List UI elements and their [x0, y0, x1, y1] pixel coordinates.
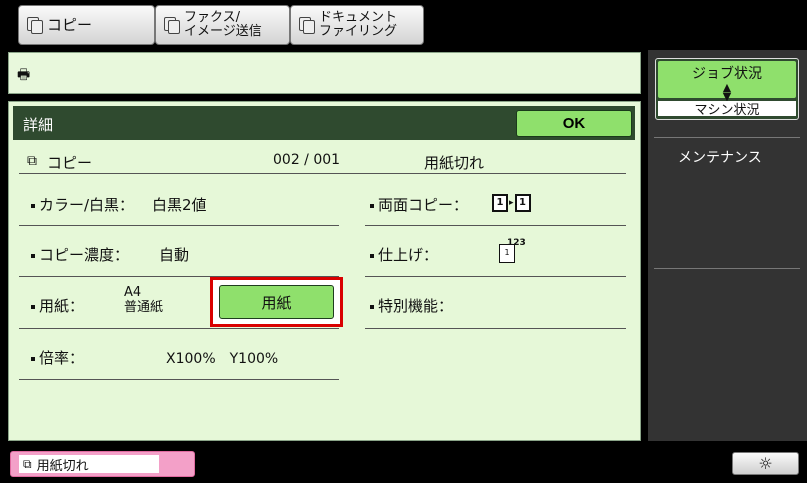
paper-button-highlight: 用紙	[210, 277, 343, 327]
fax-icon	[164, 17, 180, 34]
status-box: ⧉ 用紙切れ	[19, 455, 159, 474]
paper-type: 普通紙	[124, 300, 164, 315]
special-functions-label: 特別機能：	[370, 295, 453, 316]
paper-label: 用紙：	[31, 295, 84, 316]
job-status: 用紙切れ	[424, 154, 485, 172]
copy-job-icon: ⧉	[27, 153, 37, 169]
ratio-label: 倍率：	[31, 347, 84, 368]
finishing-icon: 1 123	[499, 238, 526, 263]
ratio-value: X100% Y100%	[166, 351, 279, 367]
maintenance-label[interactable]: メンテナンス	[678, 147, 762, 167]
divider	[365, 328, 626, 329]
divider	[19, 379, 339, 380]
finish-label: 仕上げ：	[370, 244, 438, 265]
status-indicator[interactable]: ⧉ 用紙切れ	[10, 451, 195, 477]
detail-titlebar: 詳細 OK	[13, 106, 635, 140]
job-type: コピー	[47, 154, 93, 172]
tab-copy[interactable]: コピー	[18, 5, 155, 45]
duplex-1to1-icon: 1 ▸ 1	[492, 194, 531, 212]
tab-document-filing[interactable]: ドキュメント ファイリング	[290, 5, 424, 45]
divider	[365, 225, 626, 226]
message-bar: 🖶	[8, 52, 641, 94]
printer-icon: 🖶	[17, 67, 31, 83]
copy-icon	[27, 17, 43, 34]
machine-status-label: マシン状況	[658, 101, 796, 118]
copy-status-icon: ⧉	[23, 456, 32, 471]
tab-filing-label: ドキュメント ファイリング	[319, 10, 398, 39]
color-label: カラー/白黒：	[31, 194, 134, 215]
detail-title: 詳細	[23, 116, 54, 134]
job-counter: 002 / 001	[273, 152, 341, 168]
header-divider	[19, 173, 626, 174]
detail-panel: 詳細 OK ⧉ コピー 002 / 001 用紙切れ カラー/白黒： 白黒2値 …	[8, 101, 641, 441]
divider	[19, 225, 339, 226]
paper-button[interactable]: 用紙	[219, 285, 334, 319]
density-value: 自動	[159, 246, 190, 264]
filing-icon	[299, 17, 315, 34]
job-status-button[interactable]: ジョブ状況 ▲ ▼ マシン状況	[655, 58, 799, 120]
job-status-toggle: ジョブ状況 ▲ ▼	[658, 61, 796, 102]
brightness-button[interactable]: ☼	[732, 452, 799, 475]
tab-fax-image-send[interactable]: ファクス/ イメージ送信	[155, 5, 290, 45]
right-panel: ジョブ状況 ▲ ▼ マシン状況 メンテナンス	[648, 50, 807, 441]
density-label: コピー濃度：	[31, 244, 129, 265]
status-text: 用紙切れ	[36, 458, 89, 474]
tab-copy-label: コピー	[47, 16, 93, 34]
divider	[654, 268, 800, 269]
sun-icon: ☼	[758, 454, 773, 473]
job-status-label: ジョブ状況	[692, 66, 762, 82]
divider	[654, 137, 800, 138]
divider	[365, 276, 626, 277]
paper-size: A4	[124, 285, 142, 300]
ok-button[interactable]: OK	[516, 110, 632, 137]
tab-fax-label: ファクス/ イメージ送信	[184, 10, 262, 39]
divider	[19, 328, 339, 329]
color-value: 白黒2値	[152, 196, 207, 214]
duplex-label: 両面コピー：	[370, 194, 468, 215]
